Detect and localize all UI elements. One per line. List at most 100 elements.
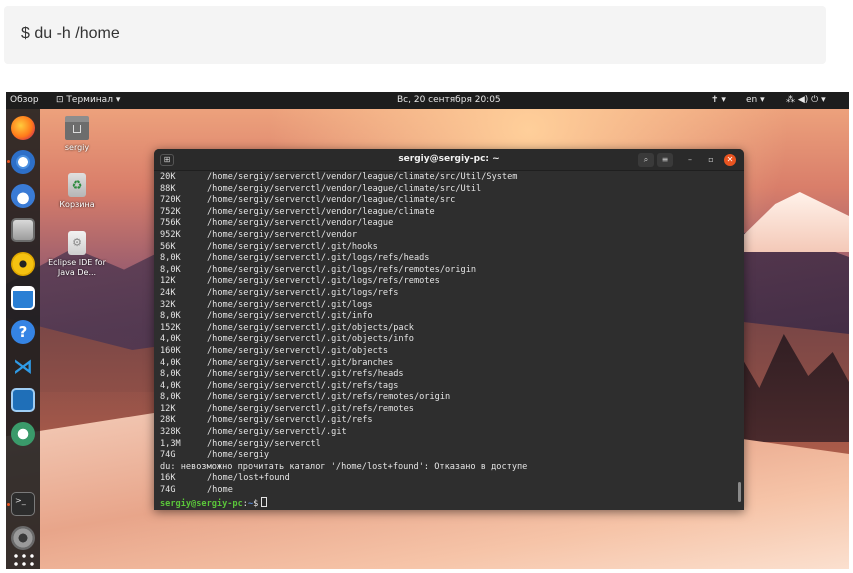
terminal-line: 152K/home/sergiy/serverctl/.git/objects/… [160, 323, 735, 335]
disk-usage-path: /home/sergiy/serverctl/.git/info [207, 311, 373, 322]
terminal-icon[interactable]: >_ [11, 492, 35, 516]
help-icon[interactable]: ? [11, 320, 35, 344]
terminal-app-icon: ⊡ [56, 95, 67, 105]
files-icon[interactable] [11, 218, 35, 242]
disk-usage-size: 32K [160, 299, 176, 310]
disk-usage-size: 952K [160, 229, 181, 240]
system-monitor-icon[interactable] [11, 388, 35, 412]
terminal-titlebar[interactable]: ⊞ sergiy@sergiy-pc: ~ ⌕ ≡ – ▫ ✕ [154, 149, 744, 171]
trash-icon: ♻ [68, 173, 86, 197]
settings-gear-icon[interactable] [11, 526, 35, 550]
rhythmbox-icon[interactable] [11, 252, 35, 276]
vscode-icon[interactable]: ⋊ [11, 354, 35, 378]
disk-usage-size: 74G [160, 450, 176, 461]
language-selector[interactable]: en ▾ [746, 95, 765, 105]
show-applications-icon[interactable] [12, 552, 34, 569]
power-icon: ⏻ ▾ [808, 95, 826, 105]
accessibility-icon[interactable]: ✝ ▾ [711, 95, 726, 105]
terminal-title: sergiy@sergiy-pc: ~ [398, 154, 500, 164]
disk-usage-path: /home/sergiy/serverctl/vendor/league/cli… [207, 195, 456, 206]
terminal-line: 4,0K/home/sergiy/serverctl/.git/refs/tag… [160, 381, 735, 393]
system-menu[interactable]: ⁂ ◀) ⏻ ▾ [786, 95, 826, 105]
thunderbird-icon[interactable] [11, 184, 35, 208]
prompt-symbol: $ [253, 498, 259, 509]
disk-usage-size: 8,0K [160, 392, 181, 403]
terminal-output[interactable]: 20K/home/sergiy/serverctl/vendor/league/… [160, 172, 735, 509]
command-code-block: $ du -h /home [4, 6, 826, 64]
terminal-line: 12K/home/sergiy/serverctl/.git/refs/remo… [160, 404, 735, 416]
maximize-icon[interactable]: ▫ [705, 153, 717, 167]
disk-usage-path: /home/sergiy/serverctl/.git/refs/tags [207, 380, 399, 391]
terminal-line: 1,3M/home/sergiy/serverctl [160, 439, 735, 451]
terminal-line: 756K/home/sergiy/serverctl/vendor/league [160, 218, 735, 230]
disk-usage-path: /home/sergiy/serverctl [207, 438, 321, 449]
disk-usage-size: 12K [160, 276, 176, 287]
disk-usage-size: 8,0K [160, 264, 181, 275]
disk-usage-size: 160K [160, 345, 181, 356]
disk-usage-size: 74G [160, 485, 176, 496]
disk-usage-size: 16K [160, 473, 176, 484]
terminal-line: 56K/home/sergiy/serverctl/.git/hooks [160, 242, 735, 254]
disk-usage-size: 756K [160, 218, 181, 229]
terminal-line: 160K/home/sergiy/serverctl/.git/objects [160, 346, 735, 358]
search-icon[interactable]: ⌕ [638, 153, 654, 167]
terminal-line: 8,0K/home/sergiy/serverctl/.git/refs/hea… [160, 369, 735, 381]
disk-usage-size: 752K [160, 206, 181, 217]
disk-usage-size: 8,0K [160, 311, 181, 322]
terminal-line: 8,0K/home/sergiy/serverctl/.git/refs/rem… [160, 392, 735, 404]
desktop-icon-label: sergiy [64, 143, 90, 152]
disk-usage-path: /home/sergiy/serverctl/.git [207, 427, 347, 438]
disk-usage-size: 328K [160, 427, 181, 438]
text-cursor [261, 496, 268, 507]
terminal-line: 12K/home/sergiy/serverctl/.git/logs/refs… [160, 276, 735, 288]
close-icon[interactable]: ✕ [724, 154, 736, 166]
terminal-line: 74G/home [160, 485, 735, 497]
terminal-window[interactable]: ⊞ sergiy@sergiy-pc: ~ ⌕ ≡ – ▫ ✕ 20K/home… [154, 149, 744, 510]
disk-usage-path: /home/sergiy/serverctl/.git/logs/refs [207, 287, 399, 298]
disk-usage-size: 1,3M [160, 438, 181, 449]
prompt-user: sergiy@sergiy-pc [160, 498, 243, 509]
disk-usage-path: /home/sergiy/serverctl/vendor/league/cli… [207, 206, 435, 217]
desktop-icon-home[interactable]: sergiy [46, 116, 108, 153]
desktop-icon-eclipse[interactable]: ⚙ Eclipse IDE for Java De... [46, 231, 108, 278]
disk-usage-path: /home/sergiy/serverctl/.git/hooks [207, 241, 378, 252]
disk-usage-size: 20K [160, 172, 176, 182]
volume-icon: ◀) [797, 95, 809, 105]
running-indicator [7, 160, 10, 163]
app-menu[interactable]: ⊡ Терминал ▾ [56, 95, 120, 105]
top-bar: Обзор ⊡ Терминал ▾ Вс, 20 сентября 20:05… [6, 92, 849, 109]
terminal-line: 16K/home/lost+found [160, 473, 735, 485]
disk-usage-size: 88K [160, 183, 176, 194]
chevron-down-icon: ▾ [112, 95, 121, 105]
disk-usage-path: /home/sergiy/serverctl/.git/logs/refs/he… [207, 253, 430, 264]
libreoffice-writer-icon[interactable] [11, 286, 35, 310]
running-indicator [7, 503, 10, 506]
toolbox-icon[interactable] [11, 422, 35, 446]
chromium-icon[interactable] [11, 150, 35, 174]
disk-usage-size: 8,0K [160, 369, 181, 380]
disk-usage-path: /home [207, 485, 233, 496]
minimize-icon[interactable]: – [684, 153, 696, 167]
desktop-screenshot: Обзор ⊡ Терминал ▾ Вс, 20 сентября 20:05… [6, 92, 849, 569]
disk-usage-path: /home/sergiy/serverctl/.git/logs [207, 299, 373, 310]
terminal-line: 752K/home/sergiy/serverctl/vendor/league… [160, 207, 735, 219]
terminal-scrollbar[interactable] [738, 482, 741, 502]
disk-usage-size: 720K [160, 195, 181, 206]
terminal-line: 24K/home/sergiy/serverctl/.git/logs/refs [160, 288, 735, 300]
desktop-icon-trash[interactable]: ♻ Корзина [46, 173, 108, 210]
dock: ? ⋊ >_ [6, 109, 40, 569]
disk-usage-path: /home/sergiy/serverctl/vendor/league/cli… [207, 172, 518, 182]
hamburger-menu-icon[interactable]: ≡ [657, 153, 673, 167]
terminal-line: 88K/home/sergiy/serverctl/vendor/league/… [160, 184, 735, 196]
datetime-clock[interactable]: Вс, 20 сентября 20:05 [397, 95, 501, 105]
disk-usage-size: 8,0K [160, 253, 181, 264]
disk-usage-path: /home/sergiy/serverctl/.git/objects/info [207, 334, 414, 345]
disk-usage-path: /home/sergiy/serverctl/.git/logs/refs/re… [207, 264, 477, 275]
terminal-prompt[interactable]: sergiy@sergiy-pc:~$ [160, 496, 735, 509]
terminal-line: 328K/home/sergiy/serverctl/.git [160, 427, 735, 439]
firefox-icon[interactable] [11, 116, 35, 140]
disk-usage-path: /home/sergiy/serverctl/.git/objects/pack [207, 322, 414, 333]
activities-button[interactable]: Обзор [10, 95, 39, 105]
network-icon: ⁂ [786, 95, 798, 105]
disk-usage-size: 24K [160, 287, 176, 298]
